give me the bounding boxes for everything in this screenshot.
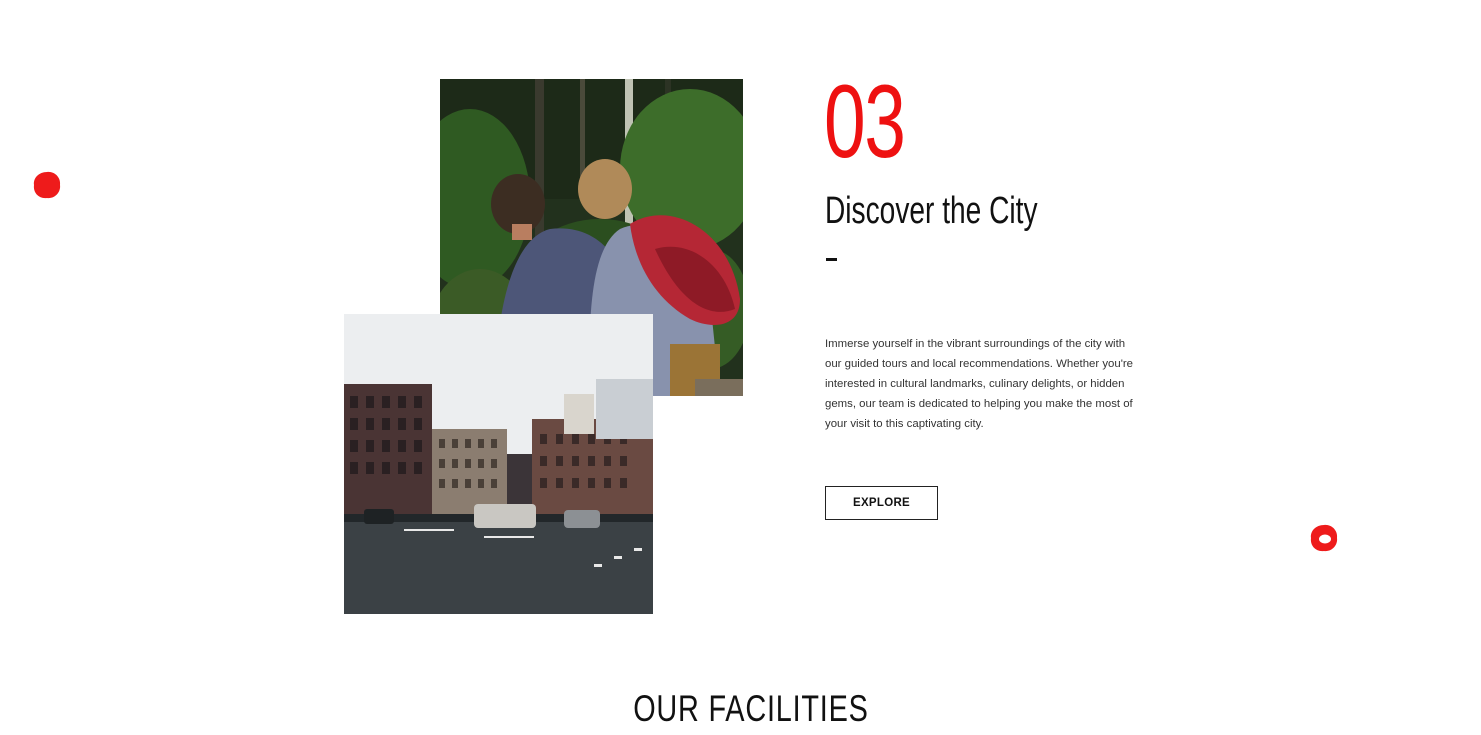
section-title: Discover the City [825, 190, 1038, 232]
facilities-heading-text: OUR FACILITIES [632, 688, 869, 729]
section-description: Immerse yourself in the vibrant surround… [825, 338, 1133, 430]
section-number: 03 [824, 64, 906, 180]
facilities-heading: OUR FACILITIES [0, 690, 1481, 727]
city-street-intersection-photo [344, 314, 653, 614]
title-divider [826, 258, 837, 261]
red-paint-ring-icon [1310, 524, 1338, 552]
red-paint-dot-icon [33, 171, 61, 199]
explore-button[interactable]: EXPLORE [825, 486, 938, 520]
